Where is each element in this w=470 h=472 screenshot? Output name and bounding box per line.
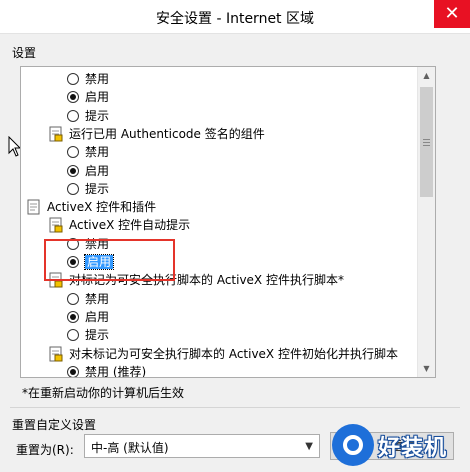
- scroll-down-arrow-icon[interactable]: ▼: [418, 360, 435, 377]
- category-page-icon: [27, 199, 41, 215]
- divider: [10, 407, 460, 408]
- radio-option[interactable]: 启用: [67, 308, 109, 326]
- settings-category: ActiveX 控件和插件: [27, 198, 156, 216]
- radio-checked-icon[interactable]: [67, 91, 79, 104]
- title-bar: 安全设置 - Internet 区域 ✕: [0, 0, 470, 34]
- reset-to-label: 重置为(R):: [16, 443, 74, 457]
- restart-note: *在重新启动你的计算机后生效: [22, 386, 185, 400]
- radio-unchecked-icon[interactable]: [67, 292, 79, 305]
- option-label: 启用: [85, 163, 110, 178]
- radio-checked-icon[interactable]: [67, 164, 79, 177]
- radio-option[interactable]: 禁用: [67, 290, 109, 308]
- chevron-down-icon: ▼: [305, 441, 313, 452]
- radio-checked-icon[interactable]: [67, 310, 79, 323]
- settings-item: 对未标记为可安全执行脚本的 ActiveX 控件初始化并执行脚本: [49, 345, 398, 363]
- radio-option[interactable]: 禁用: [67, 143, 109, 161]
- setting-page-icon: [49, 217, 63, 233]
- option-label: 启用: [85, 90, 110, 105]
- option-label: ActiveX 控件和插件: [47, 200, 157, 215]
- option-label: 提示: [85, 108, 110, 123]
- radio-option[interactable]: 提示: [67, 180, 109, 198]
- reset-section-label: 重置自定义设置: [12, 418, 97, 432]
- settings-item: 运行已用 Authenticode 签名的组件: [49, 125, 265, 143]
- radio-option[interactable]: 启用: [67, 162, 109, 180]
- scrollbar-grip-icon: [423, 139, 430, 140]
- annotation-highlight-box: [44, 239, 175, 281]
- settings-list[interactable]: 禁用 启用 提示 运行已用 Authenticode 签名的组件 禁用 启用 提示 Activ…: [20, 66, 436, 378]
- option-label: 对未标记为可安全执行脚本的 ActiveX 控件初始化并执行脚本: [69, 346, 398, 361]
- option-label: ActiveX 控件自动提示: [69, 218, 191, 233]
- close-button[interactable]: ✕: [434, 0, 470, 28]
- reset-level-dropdown[interactable]: 中-高 (默认值) ▼: [84, 434, 320, 458]
- setting-page-icon: [49, 126, 63, 142]
- radio-option[interactable]: 禁用: [67, 70, 109, 88]
- radio-checked-icon[interactable]: [67, 365, 79, 377]
- radio-unchecked-icon[interactable]: [67, 146, 79, 159]
- scroll-up-arrow-icon[interactable]: ▲: [418, 67, 435, 84]
- radio-option[interactable]: 启用: [67, 88, 109, 106]
- radio-unchecked-icon[interactable]: [67, 73, 79, 85]
- option-label: 运行已用 Authenticode 签名的组件: [69, 126, 265, 141]
- scrollbar-thumb[interactable]: [420, 87, 433, 197]
- option-label: 提示: [85, 181, 110, 196]
- dropdown-selected-value: 中-高 (默认值): [91, 441, 169, 455]
- watermark-logo: 好装机: [330, 422, 470, 472]
- settings-item: ActiveX 控件自动提示: [49, 216, 190, 234]
- radio-unchecked-icon[interactable]: [67, 329, 79, 342]
- radio-option[interactable]: 禁用 (推荐): [67, 363, 147, 378]
- radio-option[interactable]: 提示: [67, 107, 109, 125]
- option-label: 禁用: [85, 72, 110, 86]
- vertical-scrollbar[interactable]: ▲ ▼: [417, 67, 435, 377]
- option-label: 启用: [85, 309, 110, 324]
- radio-unchecked-icon[interactable]: [67, 182, 79, 195]
- option-label: 禁用: [85, 291, 110, 306]
- option-label: 提示: [85, 328, 110, 343]
- option-label: 禁用: [85, 145, 110, 160]
- watermark-text: 好装机: [378, 436, 448, 461]
- radio-unchecked-icon[interactable]: [67, 109, 79, 122]
- settings-section-label: 设置: [12, 46, 37, 60]
- setting-page-icon: [49, 346, 63, 362]
- window-title: 安全设置 - Internet 区域: [156, 11, 314, 27]
- radio-option[interactable]: 提示: [67, 326, 109, 344]
- option-label: 禁用 (推荐): [85, 364, 147, 378]
- watermark-logo-icon: [332, 424, 374, 466]
